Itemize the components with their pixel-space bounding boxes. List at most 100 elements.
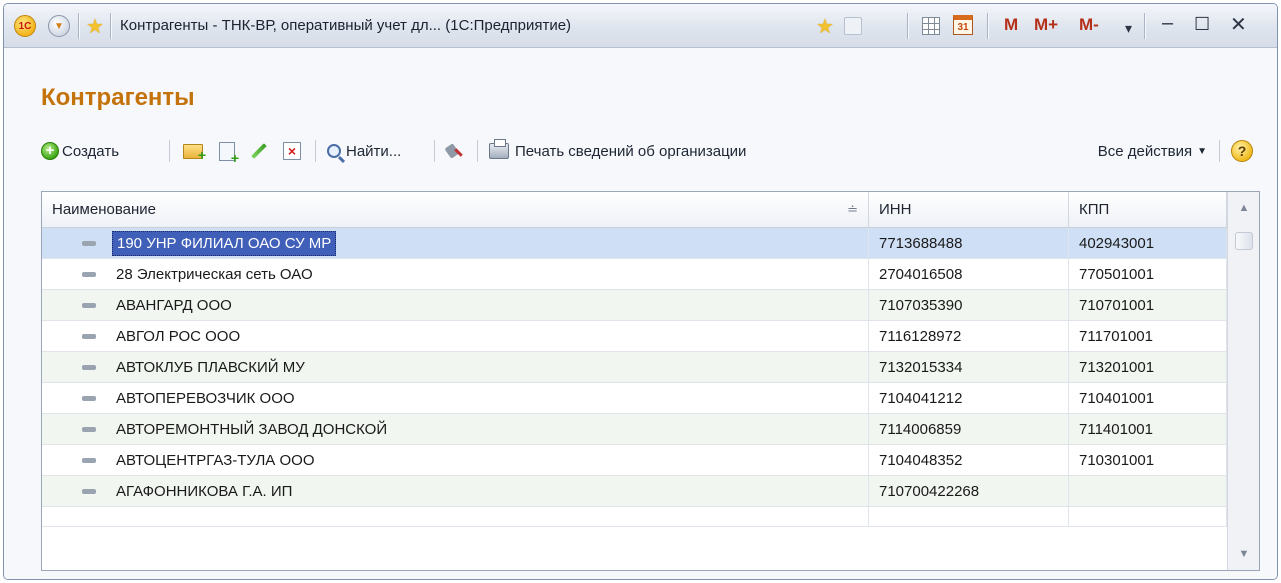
table-row[interactable]: АГАФОННИКОВА Г.А. ИП 710700422268 xyxy=(42,476,1227,507)
row-kpp: 710401001 xyxy=(1069,383,1227,414)
create-button[interactable]: + Создать xyxy=(41,139,119,163)
cancel-search-button[interactable] xyxy=(444,139,464,163)
row-kpp: 710701001 xyxy=(1069,290,1227,321)
delete-icon: × xyxy=(283,142,301,160)
memory-add-button[interactable]: M+ xyxy=(1034,15,1058,35)
titlebar-separator xyxy=(987,13,988,39)
toolbar-separator xyxy=(1219,140,1220,162)
row-inn: 7104048352 xyxy=(869,445,1069,476)
copy-icon xyxy=(219,141,239,166)
scroll-thumb[interactable] xyxy=(1235,232,1253,250)
column-header-inn[interactable]: ИНН xyxy=(869,192,1069,228)
toolbar-separator xyxy=(169,140,170,162)
pencil-icon xyxy=(251,143,267,159)
all-actions-button[interactable]: Все действия ▼ xyxy=(1098,139,1207,163)
vertical-scrollbar[interactable]: ▲ ▼ xyxy=(1227,192,1259,570)
toolbar-separator xyxy=(434,140,435,162)
row-name: 190 УНР ФИЛИАЛ ОАО СУ МР xyxy=(112,231,337,256)
find-label: Найти... xyxy=(346,142,402,160)
row-inn: 7116128972 xyxy=(869,321,1069,352)
table-row[interactable]: АВТОКЛУБ ПЛАВСКИЙ МУ 7132015334 71320100… xyxy=(42,352,1227,383)
chevron-down-icon: ▼ xyxy=(1197,145,1207,157)
row-inn: 710700422268 xyxy=(869,476,1069,507)
create-label: Создать xyxy=(62,142,120,160)
add-to-favorites-icon[interactable]: ★ xyxy=(816,14,834,39)
scroll-down-icon[interactable]: ▼ xyxy=(1228,538,1259,570)
table-row[interactable]: 190 УНР ФИЛИАЛ ОАО СУ МР 7713688488 4029… xyxy=(42,228,1227,259)
memory-store-button[interactable]: M xyxy=(1004,15,1018,35)
titlebar-separator xyxy=(907,13,908,39)
table-body: 190 УНР ФИЛИАЛ ОАО СУ МР 7713688488 4029… xyxy=(42,228,1227,527)
row-kpp: 711401001 xyxy=(1069,414,1227,445)
table-row[interactable]: АВАНГАРД ООО 7107035390 710701001 xyxy=(42,290,1227,321)
close-icon[interactable]: ✕ xyxy=(1230,12,1247,37)
command-bar: + Создать × Найти... xyxy=(41,136,1271,166)
row-inn: 7104041212 xyxy=(869,383,1069,414)
page-title: Контрагенты xyxy=(41,84,195,111)
print-info-button[interactable]: Печать сведений об организации xyxy=(489,139,746,163)
table-row-partial[interactable] xyxy=(42,507,1227,527)
column-header-kpp[interactable]: КПП xyxy=(1069,192,1227,228)
calendar-icon[interactable]: 31 xyxy=(953,15,973,35)
all-actions-label: Все действия xyxy=(1097,142,1193,160)
row-name: АВАНГАРД ООО xyxy=(42,290,869,321)
row-inn: 2704016508 xyxy=(869,259,1069,290)
row-kpp xyxy=(1069,476,1227,507)
table-row[interactable]: АВТОЦЕНТРГАЗ-ТУЛА ООО 7104048352 7103010… xyxy=(42,445,1227,476)
row-name: АВГОЛ РОС ООО xyxy=(42,321,869,352)
titlebar-separator xyxy=(1144,13,1145,39)
search-icon xyxy=(327,144,341,158)
find-button[interactable]: Найти... xyxy=(327,139,401,163)
1c-logo-icon[interactable]: 1С xyxy=(14,15,36,37)
window-title: Контрагенты - ТНК-ВР, оперативный учет д… xyxy=(120,17,572,34)
row-name: АВТОПЕРЕВОЗЧИК ООО xyxy=(42,383,869,414)
row-inn: 7713688488 xyxy=(869,228,1069,259)
title-bar: 1С ▼ ★ Контрагенты - ТНК-ВР, оперативный… xyxy=(4,4,1277,48)
customize-dropdown-icon[interactable]: ▾ xyxy=(1125,20,1132,37)
form-content: Контрагенты + Создать × Найти... xyxy=(4,48,1277,579)
memory-subtract-button[interactable]: M- xyxy=(1079,15,1099,35)
create-plus-icon: + xyxy=(41,142,59,160)
scroll-up-icon[interactable]: ▲ xyxy=(1228,192,1259,224)
row-name: 28 Электрическая сеть ОАО xyxy=(42,259,869,290)
table-row[interactable]: АВТОРЕМОНТНЫЙ ЗАВОД ДОНСКОЙ 7114006859 7… xyxy=(42,414,1227,445)
delete-button[interactable]: × xyxy=(283,139,301,163)
row-inn: 7132015334 xyxy=(869,352,1069,383)
maximize-icon[interactable]: ☐ xyxy=(1194,14,1210,35)
create-group-button[interactable] xyxy=(183,139,206,163)
table-row[interactable]: 28 Электрическая сеть ОАО 2704016508 770… xyxy=(42,259,1227,290)
row-inn: 7114006859 xyxy=(869,414,1069,445)
row-name: АВТОРЕМОНТНЫЙ ЗАВОД ДОНСКОЙ xyxy=(42,414,869,445)
row-name: АГАФОННИКОВА Г.А. ИП xyxy=(42,476,869,507)
row-name: АВТОЦЕНТРГАЗ-ТУЛА ООО xyxy=(42,445,869,476)
row-inn: 7107035390 xyxy=(869,290,1069,321)
folder-add-icon xyxy=(183,143,206,163)
help-icon[interactable]: ? xyxy=(1231,140,1253,162)
edit-button[interactable] xyxy=(251,139,267,163)
print-label: Печать сведений об организации xyxy=(515,142,747,160)
toolbar-separator xyxy=(477,140,478,162)
row-name: АВТОКЛУБ ПЛАВСКИЙ МУ xyxy=(42,352,869,383)
row-kpp: 402943001 xyxy=(1069,228,1227,259)
history-icon[interactable] xyxy=(844,17,862,35)
table-row[interactable]: АВТОПЕРЕВОЗЧИК ООО 7104041212 710401001 xyxy=(42,383,1227,414)
titlebar-separator xyxy=(110,13,111,39)
favorites-star-icon[interactable]: ★ xyxy=(86,14,104,39)
counterparties-table: Наименование ≐ ИНН КПП 190 УНР ФИЛИАЛ ОА… xyxy=(41,191,1260,571)
minimize-icon[interactable]: – xyxy=(1162,12,1173,35)
cancel-search-icon xyxy=(444,141,464,161)
table-row[interactable]: АВГОЛ РОС ООО 7116128972 711701001 xyxy=(42,321,1227,352)
column-header-name[interactable]: Наименование ≐ xyxy=(42,192,869,228)
calculator-icon[interactable] xyxy=(922,17,940,35)
row-kpp: 711701001 xyxy=(1069,321,1227,352)
row-kpp: 710301001 xyxy=(1069,445,1227,476)
row-kpp: 770501001 xyxy=(1069,259,1227,290)
copy-button[interactable] xyxy=(219,139,239,166)
table-header: Наименование ≐ ИНН КПП xyxy=(42,192,1227,228)
printer-icon xyxy=(489,139,509,159)
main-menu-icon[interactable]: ▼ xyxy=(48,15,70,37)
app-window: 1С ▼ ★ Контрагенты - ТНК-ВР, оперативный… xyxy=(3,3,1278,580)
titlebar-separator xyxy=(78,13,79,39)
toolbar-separator xyxy=(315,140,316,162)
row-kpp: 713201001 xyxy=(1069,352,1227,383)
